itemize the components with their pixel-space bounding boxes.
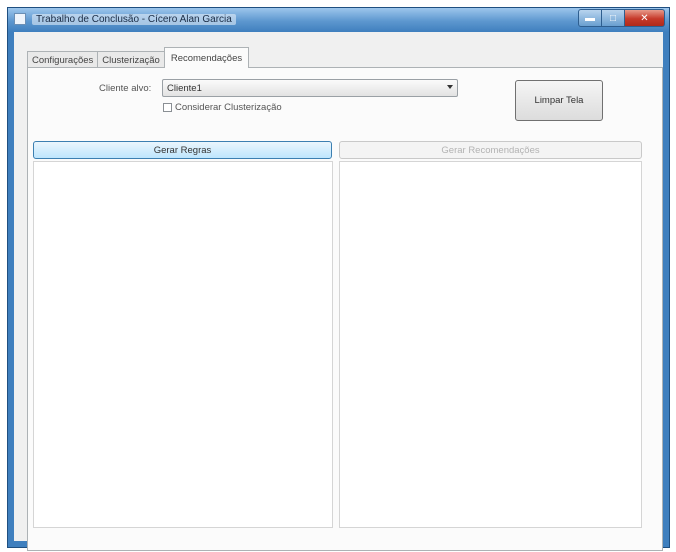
gerar-regras-button[interactable]: Gerar Regras (33, 141, 332, 159)
cliente-alvo-select[interactable]: Cliente1 (162, 79, 458, 97)
cliente-alvo-value: Cliente1 (167, 83, 202, 94)
tab-configuracoes[interactable]: Configurações (27, 51, 99, 68)
window-title: Trabalho de Conclusão - Cícero Alan Garc… (32, 14, 236, 25)
recomendacoes-list[interactable] (339, 161, 642, 528)
close-icon: ✕ (640, 12, 649, 24)
limpar-tela-button[interactable]: Limpar Tela (515, 80, 603, 121)
cliente-alvo-label: Cliente alvo: (99, 83, 152, 94)
close-button[interactable]: ✕ (625, 9, 665, 27)
gerar-recomendacoes-button: Gerar Recomendações (339, 141, 642, 159)
maximize-icon: □ (609, 12, 617, 24)
app-window: Trabalho de Conclusão - Cícero Alan Garc… (7, 7, 670, 551)
regras-list[interactable] (33, 161, 333, 528)
tab-strip: Configurações Clusterização Recomendaçõe… (27, 47, 250, 68)
app-icon[interactable] (14, 13, 26, 25)
title-bar[interactable]: Trabalho de Conclusão - Cícero Alan Garc… (8, 8, 669, 32)
chevron-down-icon (447, 85, 453, 89)
considerar-clusterizacao-label[interactable]: Considerar Clusterização (175, 102, 282, 113)
considerar-clusterizacao-checkbox[interactable] (163, 103, 172, 112)
tab-recomendacoes[interactable]: Recomendações (163, 47, 250, 68)
minimize-button[interactable]: ▬ (578, 9, 602, 27)
maximize-button[interactable]: □ (602, 9, 625, 27)
tab-clusterizacao[interactable]: Clusterização (97, 51, 165, 68)
minimize-icon: ▬ (585, 12, 595, 24)
recomendacoes-panel: Cliente alvo: Cliente1 Considerar Cluste… (27, 67, 663, 551)
client-area: Configurações Clusterização Recomendaçõe… (14, 32, 663, 551)
caption-buttons: ▬ □ ✕ (578, 9, 665, 27)
